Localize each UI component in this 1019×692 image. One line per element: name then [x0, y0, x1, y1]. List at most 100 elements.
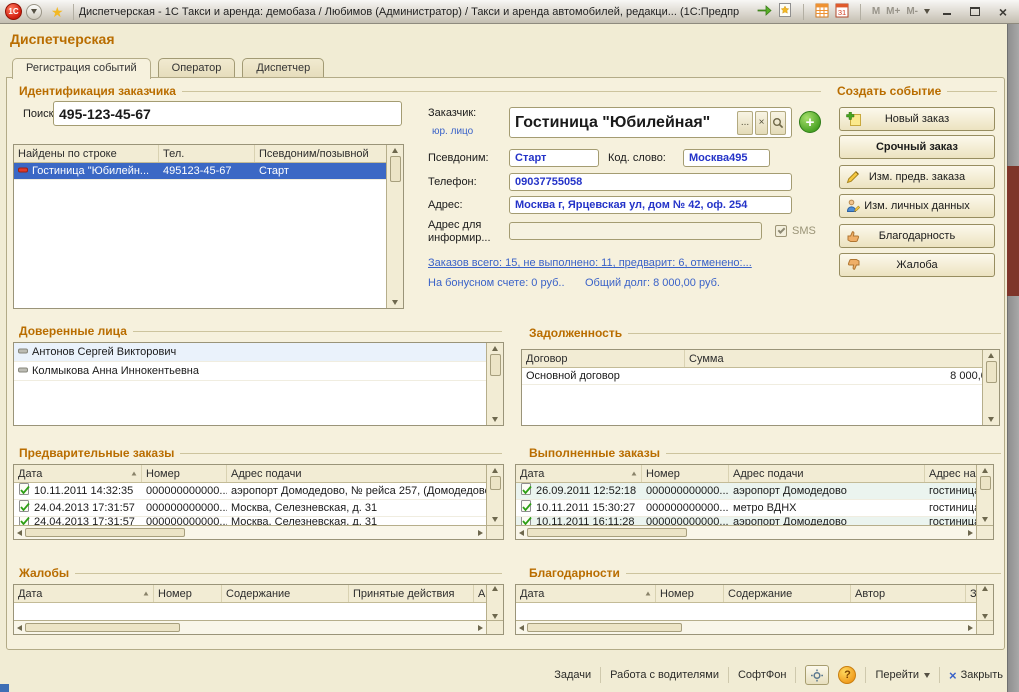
scrollbar-thumb[interactable]: [25, 528, 185, 537]
search-result-row[interactable]: Гостиница "Юбилейн... 495123-45-67 Старт: [14, 163, 403, 180]
memory-m-plus-button[interactable]: M+: [886, 6, 900, 17]
column-header-sorted[interactable]: Дата: [516, 465, 642, 482]
tab-operator[interactable]: Оператор: [158, 58, 236, 77]
complaint-button[interactable]: Жалоба: [839, 253, 995, 277]
vertical-scrollbar[interactable]: [386, 145, 403, 308]
trusted-person-row[interactable]: Антонов Сергей Викторович: [14, 343, 503, 362]
vertical-scrollbar[interactable]: [976, 585, 993, 620]
titlebar-separator: [860, 4, 861, 20]
gratitude-button[interactable]: Благодарность: [839, 224, 995, 248]
horizontal-scrollbar[interactable]: [14, 525, 486, 539]
drivers-work-link[interactable]: Работа с водителями: [610, 669, 719, 681]
column-header[interactable]: Адрес подачи: [729, 465, 925, 482]
column-header-sorted[interactable]: Дата: [516, 585, 656, 602]
urgent-order-button[interactable]: Срочный заказ: [839, 135, 995, 159]
customer-select-button[interactable]: ...: [737, 111, 753, 135]
horizontal-scrollbar[interactable]: [516, 525, 976, 539]
softphone-link[interactable]: СофтФон: [738, 669, 786, 681]
column-header[interactable]: Номер: [142, 465, 227, 482]
edit-preliminary-order-button[interactable]: Изм. предв. заказа: [839, 165, 995, 189]
customer-name-field[interactable]: Гостиница "Юбилейная" ... ×: [509, 107, 792, 138]
column-header[interactable]: Автор: [851, 585, 966, 602]
history-icon[interactable]: [756, 3, 772, 20]
column-header[interactable]: Сумма: [685, 350, 999, 367]
sms-checkbox[interactable]: [775, 225, 787, 237]
vertical-scrollbar[interactable]: [982, 350, 999, 425]
order-row[interactable]: 26.09.2011 12:52:18 000000000000... аэро…: [516, 483, 993, 500]
alias-field[interactable]: Старт: [509, 149, 599, 167]
maximize-button[interactable]: [964, 3, 986, 21]
close-button[interactable]: ×: [992, 3, 1014, 21]
column-header-sorted[interactable]: Дата: [14, 465, 142, 482]
goto-menu-button[interactable]: Перейти: [875, 669, 930, 681]
close-form-button[interactable]: × Закрыть: [949, 669, 1003, 682]
customer-name-value: Гостиница "Юбилейная": [515, 114, 710, 132]
order-row[interactable]: 10.11.2011 15:30:27 000000000000... метр…: [516, 500, 993, 517]
vertical-scrollbar[interactable]: [486, 465, 503, 525]
main-menu-button[interactable]: [26, 4, 42, 20]
orders-summary-link[interactable]: Заказов всего: 15, не выполнено: 11, пре…: [428, 257, 752, 269]
search-input[interactable]: 495-123-45-67: [53, 101, 402, 126]
window-title: Диспетчерская - 1С Такси и аренда: демоб…: [79, 6, 739, 18]
scrollbar-thumb[interactable]: [986, 361, 997, 383]
trusted-person-row[interactable]: Колмыкова Анна Иннокентьевна: [14, 362, 503, 381]
scrollbar-thumb[interactable]: [25, 623, 180, 632]
column-header[interactable]: Номер: [642, 465, 729, 482]
edit-personal-data-button[interactable]: Изм. личных данных: [839, 194, 995, 218]
calculator-icon[interactable]: [815, 3, 829, 21]
preliminary-orders-table: Дата Номер Адрес подачи 10.11.2011 14:32…: [13, 464, 504, 540]
help-button[interactable]: ?: [838, 666, 856, 684]
add-customer-button[interactable]: +: [799, 111, 821, 133]
column-header[interactable]: Псевдоним/позывной: [255, 145, 403, 162]
customer-search-button[interactable]: [770, 111, 786, 135]
column-header[interactable]: Адрес подачи: [227, 465, 503, 482]
scrollbar-thumb[interactable]: [490, 354, 501, 376]
gratitudes-header: Дата Номер Содержание Автор За: [516, 585, 993, 603]
tab-event-registration[interactable]: Регистрация событий: [12, 58, 151, 79]
customer-clear-button[interactable]: ×: [755, 111, 768, 135]
codeword-field[interactable]: Москва495: [683, 149, 770, 167]
add-favorite-icon[interactable]: [778, 3, 792, 20]
column-header[interactable]: Содержание: [724, 585, 851, 602]
column-header[interactable]: Содержание: [222, 585, 349, 602]
tasks-link[interactable]: Задачи: [554, 669, 591, 681]
column-header-sorted[interactable]: Дата: [14, 585, 154, 602]
address-label: Адрес:: [428, 199, 463, 211]
horizontal-scrollbar[interactable]: [14, 620, 486, 634]
new-order-button[interactable]: Новый заказ: [839, 107, 995, 131]
memory-m-minus-button[interactable]: M-: [906, 6, 918, 17]
calendar-icon[interactable]: 31: [835, 3, 849, 21]
column-header[interactable]: Договор: [522, 350, 685, 367]
scrollbar-thumb[interactable]: [527, 528, 687, 537]
horizontal-scrollbar[interactable]: [516, 620, 976, 634]
vertical-scrollbar[interactable]: [486, 343, 503, 425]
minimize-button[interactable]: [936, 3, 958, 21]
memory-m-button[interactable]: M: [872, 6, 880, 17]
column-header[interactable]: Тел.: [159, 145, 255, 162]
scrollbar-thumb[interactable]: [390, 156, 401, 182]
footer-separator: [939, 667, 940, 683]
scrollbar-corner: [976, 620, 993, 634]
address-field[interactable]: Москва г, Ярцевская ул, дом № 42, оф. 25…: [509, 196, 792, 214]
debt-row[interactable]: Основной договор 8 000,00: [522, 368, 999, 385]
tab-dispatcher[interactable]: Диспетчер: [242, 58, 324, 77]
vertical-scrollbar[interactable]: [976, 465, 993, 525]
favorites-star-icon[interactable]: ★: [51, 5, 64, 19]
column-header[interactable]: Найдены по строке: [14, 145, 159, 162]
column-header[interactable]: Номер: [154, 585, 222, 602]
settings-button[interactable]: [805, 665, 829, 685]
toolbar-overflow-icon[interactable]: [924, 9, 930, 14]
scrollbar-thumb[interactable]: [527, 623, 682, 632]
vertical-scrollbar[interactable]: [486, 585, 503, 620]
scrollbar-thumb[interactable]: [490, 476, 501, 490]
column-header[interactable]: Принятые действия: [349, 585, 474, 602]
inform-address-field[interactable]: [509, 222, 762, 240]
footer-separator: [728, 667, 729, 683]
order-row[interactable]: 24.04.2013 17:31:57 000000000000... Моск…: [14, 500, 503, 517]
column-header[interactable]: Номер: [656, 585, 724, 602]
order-row[interactable]: 10.11.2011 14:32:35 000000000000... аэро…: [14, 483, 503, 500]
customer-type-link[interactable]: юр. лицо: [432, 126, 473, 137]
gratitudes-table: Дата Номер Содержание Автор За: [515, 584, 994, 635]
phone-field[interactable]: 09037755058: [509, 173, 792, 191]
scrollbar-thumb[interactable]: [980, 476, 991, 490]
